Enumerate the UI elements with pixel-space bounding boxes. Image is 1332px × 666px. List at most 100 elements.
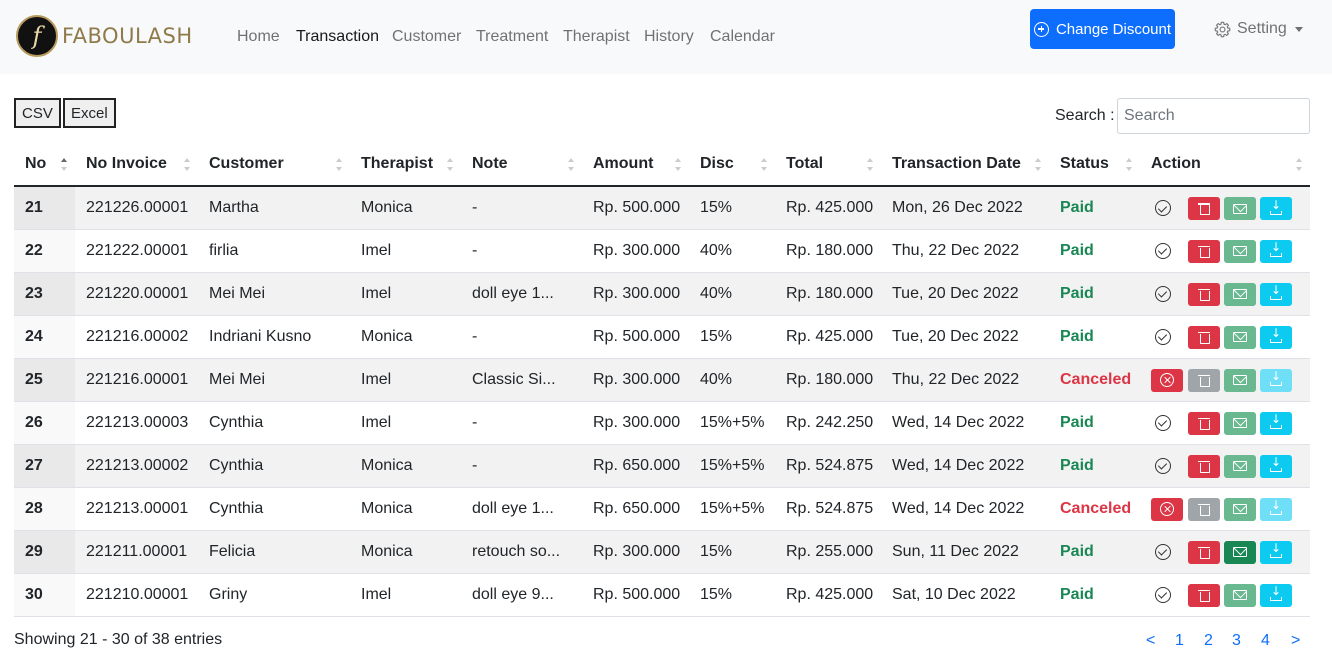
row-actions [1151, 359, 1310, 401]
column-header-customer[interactable]: Customer [198, 143, 350, 187]
email-button[interactable] [1224, 540, 1256, 564]
amount-cell: Rp. 650.000 [582, 444, 689, 488]
email-button[interactable] [1224, 583, 1256, 607]
entries-info: Showing 21 - 30 of 38 entries [14, 631, 223, 648]
trash-icon [1198, 245, 1210, 258]
column-label: Status [1060, 155, 1109, 172]
plus-circle-icon [1033, 21, 1049, 37]
pagination-next[interactable]: > [1291, 632, 1300, 650]
column-header-invoice[interactable]: No Invoice [75, 143, 198, 187]
sort-asc-icon [61, 158, 67, 171]
delete-button[interactable] [1188, 411, 1220, 435]
delete-button[interactable] [1188, 497, 1220, 521]
column-header-note[interactable]: Note [461, 143, 582, 187]
nav-home[interactable]: Home [237, 28, 280, 46]
check-circle-icon[interactable] [1155, 328, 1171, 345]
column-header-action[interactable]: Action [1140, 143, 1310, 187]
column-header-status[interactable]: Status [1049, 143, 1140, 187]
pagination-page-3[interactable]: 3 [1232, 632, 1241, 650]
check-circle-icon[interactable] [1155, 457, 1171, 474]
nav-customer[interactable]: Customer [392, 28, 461, 46]
pagination-page-4[interactable]: 4 [1261, 632, 1270, 650]
cancel-button[interactable] [1151, 368, 1183, 392]
invoice-cell: 221213.00003 [75, 401, 198, 445]
download-button[interactable] [1260, 411, 1292, 435]
customer-cell: Mei Mei [198, 272, 350, 316]
download-icon [1270, 455, 1282, 472]
date-cell: Wed, 14 Dec 2022 [881, 401, 1049, 445]
email-button[interactable] [1224, 368, 1256, 392]
download-button[interactable] [1260, 239, 1292, 263]
email-button[interactable] [1224, 497, 1256, 521]
nav-transaction[interactable]: Transaction [296, 28, 379, 46]
download-button[interactable] [1260, 197, 1292, 220]
column-header-therapist[interactable]: Therapist [350, 143, 461, 187]
email-button[interactable] [1224, 411, 1256, 435]
brand-name[interactable]: FABOULASH [62, 24, 193, 48]
delete-button[interactable] [1188, 239, 1220, 263]
download-icon [1270, 198, 1282, 215]
customer-cell: Felicia [198, 530, 350, 574]
change-discount-button[interactable]: Change Discount [1030, 9, 1175, 49]
delete-button[interactable] [1188, 368, 1220, 392]
delete-button[interactable] [1188, 540, 1220, 564]
note-cell: - [461, 229, 582, 273]
column-header-total[interactable]: Total [775, 143, 881, 187]
column-header-no[interactable]: No [14, 143, 75, 187]
delete-button[interactable] [1188, 325, 1220, 349]
check-circle-icon[interactable] [1155, 200, 1171, 216]
delete-button[interactable] [1188, 197, 1220, 220]
row-actions [1151, 574, 1310, 616]
trash-icon [1198, 417, 1210, 430]
excel-button[interactable]: Excel [63, 98, 116, 128]
cancel-button[interactable] [1151, 497, 1183, 521]
action-cell [1140, 315, 1310, 359]
column-header-date[interactable]: Transaction Date [881, 143, 1049, 187]
check-circle-icon[interactable] [1155, 285, 1171, 302]
download-button[interactable] [1260, 583, 1292, 607]
nav-treatment[interactable]: Treatment [476, 28, 548, 46]
delete-button[interactable] [1188, 282, 1220, 306]
total-cell: Rp. 255.000 [775, 530, 881, 574]
delete-button[interactable] [1188, 454, 1220, 478]
disc-cell: 40% [689, 272, 775, 316]
download-button[interactable] [1260, 282, 1292, 306]
status-badge: Paid [1049, 573, 1140, 617]
check-circle-icon[interactable] [1155, 242, 1171, 259]
column-header-disc[interactable]: Disc [689, 143, 775, 187]
check-circle-icon[interactable] [1155, 543, 1171, 560]
email-button[interactable] [1224, 197, 1256, 220]
status-badge: Paid [1049, 186, 1140, 230]
setting-dropdown[interactable]: Setting [1214, 20, 1303, 38]
download-button[interactable] [1260, 497, 1292, 521]
pagination-page-1[interactable]: 1 [1175, 632, 1184, 650]
nav-history[interactable]: History [644, 28, 694, 46]
email-button[interactable] [1224, 239, 1256, 263]
email-button[interactable] [1224, 454, 1256, 478]
total-cell: Rp. 180.000 [775, 229, 881, 273]
download-button[interactable] [1260, 325, 1292, 349]
total-cell: Rp. 180.000 [775, 272, 881, 316]
email-button[interactable] [1224, 325, 1256, 349]
date-cell: Mon, 26 Dec 2022 [881, 186, 1049, 230]
trash-icon [1198, 374, 1210, 387]
check-circle-icon[interactable] [1155, 414, 1171, 431]
column-header-amount[interactable]: Amount [582, 143, 689, 187]
delete-button[interactable] [1188, 583, 1220, 607]
pagination-page-2[interactable]: 2 [1204, 632, 1213, 650]
amount-cell: Rp. 300.000 [582, 401, 689, 445]
nav-therapist[interactable]: Therapist [563, 28, 630, 46]
download-button[interactable] [1260, 454, 1292, 478]
brand-logo[interactable]: f [16, 15, 58, 57]
check-circle-icon[interactable] [1155, 586, 1171, 603]
nav-calendar[interactable]: Calendar [710, 28, 775, 46]
action-cell [1140, 444, 1310, 488]
invoice-cell: 221220.00001 [75, 272, 198, 316]
download-button[interactable] [1260, 540, 1292, 564]
status-badge: Paid [1049, 315, 1140, 359]
pagination-prev[interactable]: < [1146, 632, 1155, 650]
download-button[interactable] [1260, 368, 1292, 392]
csv-button[interactable]: CSV [14, 98, 61, 128]
email-button[interactable] [1224, 282, 1256, 306]
search-input[interactable] [1117, 98, 1310, 134]
